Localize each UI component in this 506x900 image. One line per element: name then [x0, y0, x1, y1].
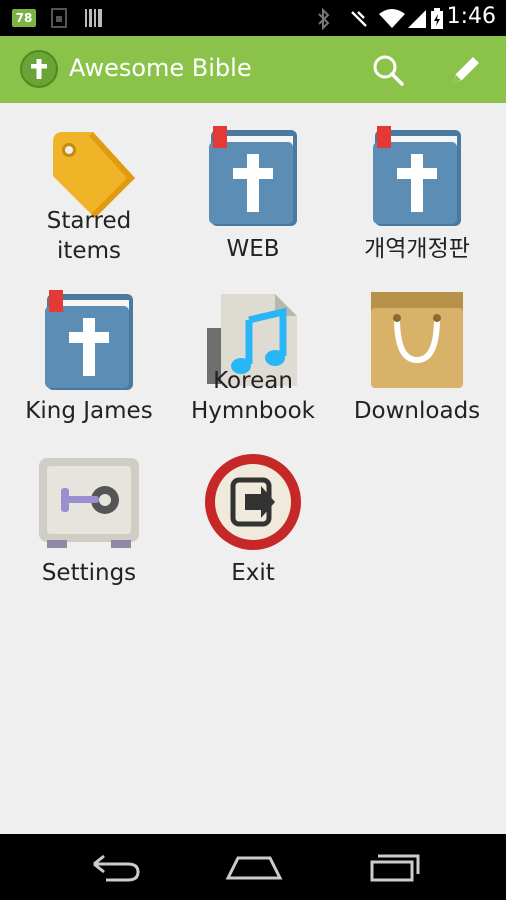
grid-label: 개역개정판 [364, 236, 470, 262]
action-bar: Awesome Bible [0, 36, 506, 103]
search-icon[interactable] [368, 50, 408, 90]
bible-icon [373, 126, 461, 226]
grid-label: Starred [46, 208, 132, 234]
signal-icon [408, 10, 426, 28]
grid-label: Korean [213, 368, 293, 394]
back-icon[interactable] [84, 852, 144, 882]
grid-item-korean-bible[interactable]: 개역개정판 [335, 126, 499, 266]
shopping-bag-icon [371, 292, 463, 388]
grid-item-starred[interactable]: Starred items [7, 126, 171, 266]
grid-item-exit[interactable]: Exit [171, 452, 335, 592]
grid-item-web[interactable]: WEB [171, 126, 335, 266]
grid-item-settings[interactable]: Settings [7, 452, 171, 592]
grid-label: King James [25, 398, 153, 424]
home-icon[interactable] [224, 852, 284, 882]
battery-icon [431, 8, 443, 29]
exit-icon [205, 454, 301, 550]
bible-icon [209, 126, 297, 226]
app-logo-icon[interactable] [20, 50, 58, 88]
bible-icon [45, 290, 133, 390]
pencil-icon[interactable] [446, 50, 486, 90]
grid-label: Downloads [353, 398, 481, 424]
sim-icon [51, 8, 67, 28]
safe-icon [39, 458, 139, 548]
grid-label: Hymnbook [191, 398, 315, 424]
notification-badge: 78 [12, 9, 36, 27]
grid-label: items [57, 238, 121, 264]
grid-item-korean-hymnbook[interactable]: Korean Hymnbook [171, 290, 335, 430]
clock: 1:46 [446, 4, 496, 29]
vibrate-off-icon [351, 11, 367, 27]
barcode-icon [85, 9, 102, 27]
grid-item-king-james[interactable]: King James [7, 290, 171, 430]
app-title: Awesome Bible [69, 54, 252, 82]
navigation-bar [0, 834, 506, 900]
cross-icon [31, 59, 47, 79]
status-bar: 78 1:46 [0, 0, 506, 36]
recent-apps-icon[interactable] [364, 852, 424, 882]
grid-item-downloads[interactable]: Downloads [335, 290, 499, 430]
grid-label: WEB [226, 236, 280, 262]
grid-label: Exit [231, 560, 275, 586]
wifi-icon [379, 9, 405, 28]
bluetooth-icon [318, 8, 330, 30]
grid-label: Settings [41, 560, 137, 586]
